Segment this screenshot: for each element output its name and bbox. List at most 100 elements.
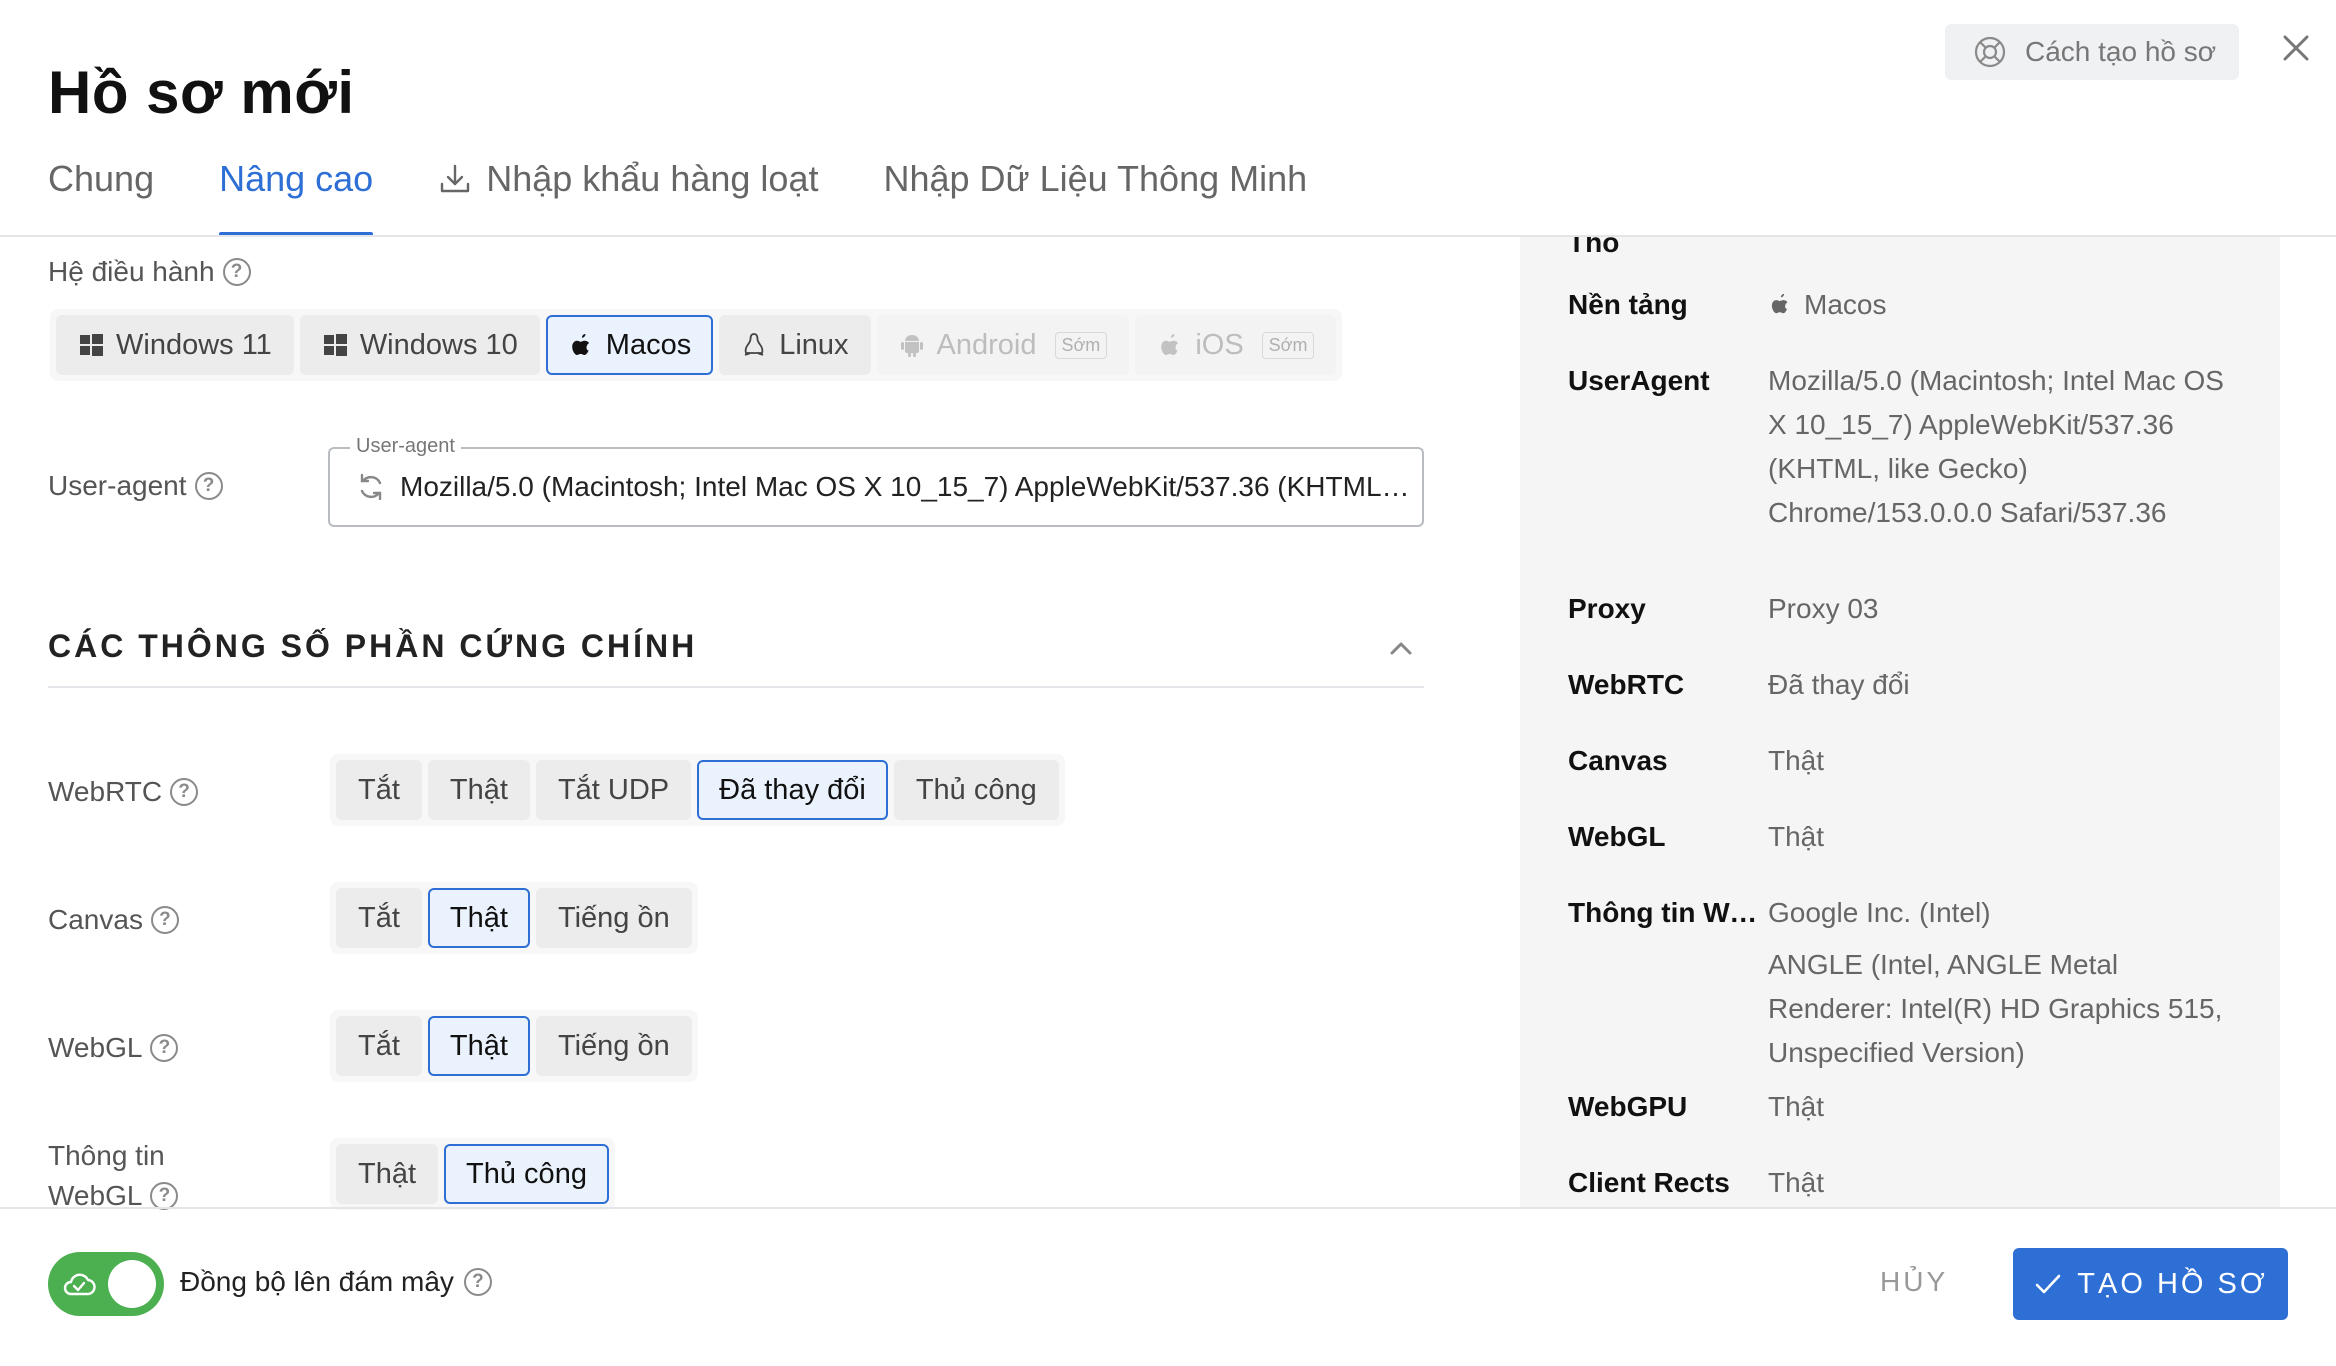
cancel-button[interactable]: HỦY — [1880, 1266, 1948, 1298]
webgl-option-noise[interactable]: Tiếng ồn — [535, 1016, 692, 1076]
summary-value: Mozilla/5.0 (Macintosh; Intel Mac OS X 1… — [1768, 365, 2224, 528]
webgl-info-label: Thông tin WebGL ? — [48, 1138, 179, 1214]
chevron-up-icon[interactable] — [1386, 634, 1416, 664]
option-label: Windows 11 — [116, 328, 272, 361]
apple-icon — [571, 333, 589, 355]
os-option-windows-10[interactable]: Windows 10 — [299, 315, 540, 375]
webgl-option-real[interactable]: Thật — [427, 1016, 530, 1076]
download-icon — [441, 164, 470, 193]
webgl-info-option-real[interactable]: Thật — [336, 1144, 439, 1204]
canvas-option-real[interactable]: Thật — [427, 888, 530, 948]
help-icon[interactable]: ? — [194, 472, 223, 500]
summary-row-client-rects: Client Rects Thật — [1568, 1161, 2238, 1205]
summary-key: WebRTC — [1568, 669, 1685, 700]
profile-summary-panel: Tho Nền tảng Macos UserAgent Mozilla/5.0… — [1520, 237, 2280, 1207]
summary-key: UserAgent — [1568, 365, 1710, 396]
os-option-ios: iOS Sớm — [1135, 315, 1337, 375]
check-icon — [2035, 1274, 2061, 1294]
webgl-info-label-line1: Thông tin — [48, 1140, 165, 1171]
tab-advanced[interactable]: Nâng cao — [219, 158, 374, 236]
webrtc-option-udp-off[interactable]: Tắt UDP — [535, 760, 692, 820]
refresh-icon[interactable] — [356, 472, 386, 502]
webrtc-option-off[interactable]: Tắt — [336, 760, 422, 820]
os-selector: Windows 11 Windows 10 Macos Linux Androi… — [50, 309, 1343, 381]
how-to-create-profile-button[interactable]: Cách tạo hồ sơ — [1945, 24, 2239, 80]
section-divider — [48, 686, 1424, 688]
windows-icon — [80, 334, 103, 356]
webgl-option-off[interactable]: Tắt — [336, 1016, 422, 1076]
webrtc-option-altered[interactable]: Đã thay đổi — [697, 760, 888, 820]
summary-value: Thật — [1768, 1091, 1825, 1122]
tab-bulk-import[interactable]: Nhập khẩu hàng loạt — [438, 158, 818, 236]
footer-divider — [0, 1207, 2336, 1209]
canvas-label-text: Canvas — [48, 904, 143, 935]
help-icon[interactable]: ? — [150, 1182, 179, 1210]
user-agent-legend: User-agent — [350, 435, 461, 458]
summary-value: Proxy 03 — [1768, 593, 1879, 624]
option-label: Windows 10 — [359, 328, 518, 361]
option-label: iOS — [1195, 328, 1244, 361]
summary-key-partial: Tho — [1568, 237, 1620, 258]
summary-value-renderer: ANGLE (Intel, ANGLE Metal Renderer: Inte… — [1768, 949, 2223, 1068]
tab-label: Chung — [48, 158, 155, 199]
os-label-text: Hệ điều hành — [48, 256, 215, 287]
close-icon[interactable] — [2280, 32, 2312, 64]
webgl-label: WebGL ? — [48, 1032, 179, 1064]
summary-value: Macos — [1768, 283, 2238, 327]
help-icon[interactable]: ? — [150, 906, 179, 934]
tab-label: Nhập khẩu hàng loạt — [486, 158, 819, 199]
canvas-option-noise[interactable]: Tiếng ồn — [535, 888, 692, 948]
webrtc-option-real[interactable]: Thật — [427, 760, 530, 820]
os-option-linux[interactable]: Linux — [719, 315, 871, 375]
create-profile-label: TẠO HỒ SƠ — [2077, 1267, 2268, 1300]
cloud-sync-label-text: Đồng bộ lên đám mây — [180, 1266, 454, 1297]
summary-value-vendor: Google Inc. (Intel) — [1768, 897, 1991, 928]
cloud-sync-label: Đồng bộ lên đám mây ? — [180, 1266, 492, 1298]
lifebuoy-icon — [1974, 36, 2006, 68]
os-option-windows-11[interactable]: Windows 11 — [56, 315, 294, 375]
canvas-option-off[interactable]: Tắt — [336, 888, 422, 948]
help-icon[interactable]: ? — [150, 1034, 179, 1062]
summary-row-webgpu: WebGPU Thật — [1568, 1085, 2238, 1129]
tab-bar: Chung Nâng cao Nhập khẩu hàng loạt Nhập … — [48, 158, 1372, 236]
cloud-sync-toggle[interactable] — [48, 1252, 164, 1316]
create-profile-button[interactable]: TẠO HỒ SƠ — [2013, 1248, 2288, 1320]
soon-badge: Sớm — [1054, 331, 1108, 359]
summary-row-webrtc: WebRTC Đã thay đổi — [1568, 663, 2238, 707]
webgl-label-text: WebGL — [48, 1032, 143, 1063]
summary-value: Đã thay đổi — [1768, 669, 1910, 700]
user-agent-label-text: User-agent — [48, 470, 187, 501]
summary-value: Google Inc. (Intel) ANGLE (Intel, ANGLE … — [1768, 891, 2228, 1075]
summary-value: Thật — [1768, 821, 1825, 852]
os-option-android: Android Sớm — [876, 315, 1130, 375]
webrtc-label: WebRTC ? — [48, 776, 199, 808]
toggle-knob — [108, 1260, 156, 1308]
user-agent-field[interactable]: User-agent Mozilla/5.0 (Macintosh; Intel… — [328, 435, 1424, 527]
tab-general[interactable]: Chung — [48, 158, 154, 236]
webrtc-option-manual[interactable]: Thủ công — [893, 760, 1059, 820]
canvas-label: Canvas ? — [48, 904, 179, 936]
apple-icon — [1771, 293, 1788, 314]
help-icon[interactable]: ? — [463, 1268, 492, 1296]
hardware-section-title: CÁC THÔNG SỐ PHẦN CỨNG CHÍNH — [48, 628, 698, 664]
summary-value-text: Macos — [1804, 289, 1887, 320]
summary-value: Thật — [1768, 745, 1825, 776]
webrtc-label-text: WebRTC — [48, 776, 163, 807]
webgl-info-selector: Thật Thủ công — [330, 1138, 615, 1210]
summary-row-webgl: WebGL Thật — [1568, 815, 2238, 859]
webgl-info-option-manual[interactable]: Thủ công — [444, 1144, 609, 1204]
option-label: Macos — [605, 328, 692, 361]
tab-smart-import[interactable]: Nhập Dữ Liệu Thông Minh — [883, 158, 1307, 236]
option-label: Android — [936, 328, 1037, 361]
help-icon[interactable]: ? — [222, 258, 251, 286]
os-option-macos[interactable]: Macos — [545, 315, 714, 375]
page-title: Hồ sơ mới — [48, 59, 355, 126]
summary-key: Canvas — [1568, 745, 1668, 776]
help-icon[interactable]: ? — [170, 778, 199, 806]
windows-icon — [323, 334, 347, 356]
os-label: Hệ điều hành ? — [48, 256, 251, 288]
summary-key: Client Rects — [1568, 1167, 1730, 1198]
summary-key: Thông tin WebGL — [1568, 897, 1768, 928]
soon-badge: Sớm — [1261, 331, 1315, 359]
summary-value: Thật — [1768, 1167, 1825, 1198]
